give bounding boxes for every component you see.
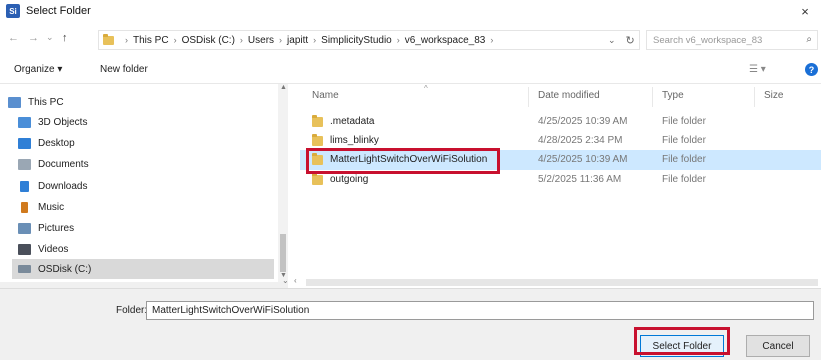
- folder-name-input[interactable]: [146, 301, 814, 320]
- sidebar-item-music[interactable]: Music: [18, 197, 64, 217]
- column-divider[interactable]: [652, 87, 653, 107]
- pictures-icon: [18, 222, 31, 234]
- sidebar-item-3d-objects[interactable]: 3D Objects: [18, 112, 87, 132]
- breadcrumb-separator: ›: [239, 35, 243, 45]
- command-bar: Organize ▾ New folder ☰ ▾ ?: [0, 56, 821, 84]
- sidebar-item-pictures[interactable]: Pictures: [18, 218, 74, 238]
- sidebar-item-label: Downloads: [38, 180, 88, 192]
- breadcrumb-osdisk[interactable]: OSDisk (C:): [182, 35, 235, 46]
- search-box[interactable]: Search v6_workspace_83 ⌕: [646, 30, 818, 50]
- pc-icon: [8, 96, 21, 108]
- refresh-icon[interactable]: ↻: [626, 34, 635, 47]
- file-date: 5/2/2025 11:36 AM: [538, 174, 622, 185]
- app-icon: Si: [6, 4, 20, 18]
- sidebar-item-documents[interactable]: Documents: [18, 154, 89, 174]
- breadcrumb-simplicitystudio[interactable]: SimplicityStudio: [321, 35, 392, 46]
- back-arrow-icon[interactable]: ←: [8, 32, 19, 44]
- folder-icon: [103, 33, 114, 45]
- file-type: File folder: [662, 174, 706, 185]
- file-type: File folder: [662, 135, 706, 146]
- table-row[interactable]: .metadata 4/25/2025 10:39 AM File folder: [300, 112, 821, 132]
- cancel-button[interactable]: Cancel: [746, 335, 810, 357]
- sidebar-item-label: 3D Objects: [38, 116, 88, 128]
- desktop-icon: [18, 137, 31, 149]
- sidebar-item-desktop[interactable]: Desktop: [18, 133, 75, 153]
- file-date: 4/28/2025 2:34 PM: [538, 135, 623, 146]
- file-list-horizontal-scrollbar[interactable]: ‹: [288, 276, 821, 288]
- scroll-up-icon[interactable]: ▲: [280, 84, 287, 91]
- file-name: .metadata: [330, 116, 375, 127]
- folder-icon: [312, 173, 323, 185]
- search-input[interactable]: Search v6_workspace_83: [653, 35, 762, 46]
- address-dropdown-icon[interactable]: ⌄: [608, 35, 616, 46]
- breadcrumb-separator: ›: [313, 35, 317, 45]
- up-arrow-icon[interactable]: ↑: [62, 32, 68, 44]
- organize-button[interactable]: Organize ▾: [14, 64, 62, 75]
- annotation-highlight-folder: [306, 148, 500, 174]
- file-name: outgoing: [330, 174, 369, 185]
- sidebar-scrollbar[interactable]: ▲ ▼: [278, 84, 288, 282]
- breadcrumb-users[interactable]: Users: [248, 35, 274, 46]
- sidebar-item-label: OSDisk (C:): [38, 263, 92, 275]
- sidebar-scroll-thumb[interactable]: [280, 234, 286, 272]
- help-icon[interactable]: ?: [805, 63, 818, 76]
- sidebar-item-this-pc[interactable]: This PC: [8, 92, 64, 112]
- sidebar-item-videos[interactable]: Videos: [18, 239, 68, 259]
- breadcrumb-separator: ›: [173, 35, 177, 45]
- file-date: 4/25/2025 10:39 AM: [538, 116, 628, 127]
- breadcrumb-separator: ›: [125, 35, 128, 45]
- column-divider[interactable]: [528, 87, 529, 107]
- sidebar-item-label: Music: [38, 201, 65, 213]
- breadcrumb-separator: ›: [490, 35, 494, 45]
- navigation-pane: This PC 3D Objects Desktop Documents Dow…: [0, 84, 288, 282]
- file-type: File folder: [662, 154, 706, 165]
- sidebar-item-downloads[interactable]: Downloads: [18, 176, 87, 196]
- horizontal-scroll-thumb[interactable]: [306, 279, 818, 286]
- breadcrumb-this-pc[interactable]: This PC: [133, 35, 169, 46]
- objects-3d-icon: [18, 116, 31, 128]
- annotation-highlight-button: [634, 327, 730, 355]
- documents-icon: [18, 158, 31, 170]
- file-type: File folder: [662, 116, 706, 127]
- file-list: Name ^ Date modified Type Size .metadata…: [288, 84, 821, 282]
- videos-icon: [18, 243, 31, 255]
- breadcrumb-japitt[interactable]: japitt: [287, 35, 308, 46]
- sidebar-item-label: Pictures: [38, 222, 75, 234]
- sidebar-item-label: This PC: [28, 96, 64, 108]
- view-options-icon[interactable]: ☰ ▾: [749, 64, 766, 75]
- address-bar[interactable]: › This PC › OSDisk (C:) › Users › japitt…: [98, 30, 640, 50]
- sort-ascending-icon: ^: [424, 84, 428, 93]
- recent-locations-icon[interactable]: ⌄: [46, 32, 54, 43]
- sidebar-item-label: Documents: [38, 158, 89, 170]
- breadcrumb-workspace[interactable]: v6_workspace_83: [405, 35, 486, 46]
- title-bar: Si Select Folder ×: [0, 0, 821, 22]
- column-divider[interactable]: [754, 87, 755, 107]
- column-header-date[interactable]: Date modified: [538, 90, 600, 101]
- sidebar-item-label: Desktop: [38, 137, 75, 149]
- new-folder-button[interactable]: New folder: [100, 64, 148, 75]
- sidebar-item-osdisk[interactable]: OSDisk (C:): [12, 259, 274, 279]
- downloads-icon: [20, 180, 29, 192]
- address-controls: ⌄ ↻: [608, 30, 635, 50]
- close-icon[interactable]: ×: [795, 2, 815, 20]
- folder-label: Folder:: [116, 305, 148, 316]
- column-header-name[interactable]: Name: [312, 90, 339, 101]
- column-header-type[interactable]: Type: [662, 90, 684, 101]
- breadcrumb-separator: ›: [279, 35, 283, 45]
- file-date: 4/25/2025 10:39 AM: [538, 154, 628, 165]
- scroll-left-icon[interactable]: ‹: [294, 276, 297, 285]
- sidebar-item-label: Videos: [38, 243, 69, 255]
- folder-icon: [312, 115, 323, 127]
- file-name: lims_blinky: [330, 135, 379, 146]
- drive-icon: [18, 265, 31, 273]
- window-title: Select Folder: [26, 5, 91, 17]
- navigation-bar: ← → ⌄ ↑ › This PC › OSDisk (C:) › Users …: [0, 22, 821, 56]
- column-header-size[interactable]: Size: [764, 90, 783, 101]
- forward-arrow-icon[interactable]: →: [28, 32, 39, 44]
- folder-icon: [312, 134, 323, 146]
- search-icon[interactable]: ⌕: [806, 34, 812, 45]
- music-icon: [21, 201, 28, 213]
- breadcrumb-separator: ›: [396, 35, 400, 45]
